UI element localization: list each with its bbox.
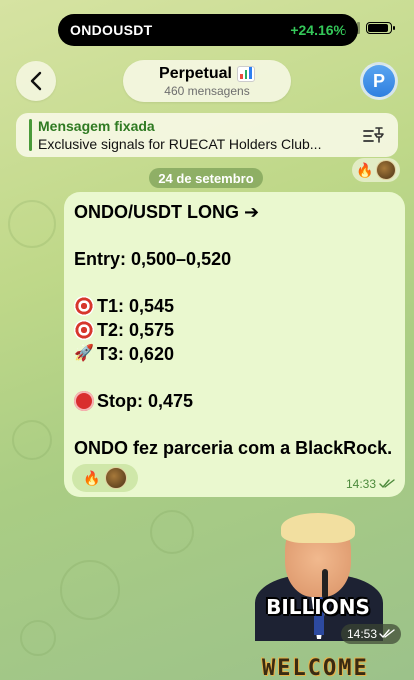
target-1-text: T1: 0,545 bbox=[97, 296, 175, 316]
double-check-icon bbox=[379, 479, 395, 489]
target-2-line: T2: 0,575 bbox=[74, 318, 395, 342]
double-check-icon bbox=[379, 629, 395, 639]
signal-headline: ONDO/USDT LONG ➔ bbox=[74, 202, 260, 222]
target-1-line: T1: 0,545 bbox=[74, 294, 395, 318]
sticker-timestamp: 14:53 bbox=[341, 624, 401, 644]
chat-title-pill[interactable]: Perpetual 460 mensagens bbox=[123, 60, 291, 102]
message-bubble[interactable]: ONDO/USDT LONG ➔ Entry: 0,500–0,520 T1: … bbox=[64, 192, 405, 497]
sticker-caption: BILLIONS bbox=[266, 595, 370, 619]
stop-line: Stop: 0,475 bbox=[74, 389, 395, 413]
bar-chart-icon bbox=[236, 66, 255, 82]
pinned-label: Mensagem fixada bbox=[38, 118, 155, 134]
target-3-line: 🚀 T3: 0,620 bbox=[74, 342, 395, 366]
pin-list-icon[interactable] bbox=[362, 125, 384, 145]
background-doodle bbox=[12, 420, 52, 460]
entry-line: Entry: 0,500–0,520 bbox=[74, 249, 232, 269]
signal-icon bbox=[342, 22, 360, 34]
dynamic-island: ONDOUSDT +24.16% bbox=[58, 14, 358, 46]
fire-icon: 🔥 bbox=[356, 162, 374, 178]
pinned-message-bar[interactable]: Mensagem fixada Exclusive signals for RU… bbox=[16, 113, 398, 157]
chat-title: Perpetual bbox=[159, 65, 232, 82]
background-doodle bbox=[8, 200, 56, 248]
chevron-left-icon bbox=[30, 71, 42, 91]
pinned-reactions[interactable]: 🔥 bbox=[352, 158, 400, 182]
rocket-icon: 🚀 bbox=[74, 345, 94, 362]
billions-sticker[interactable]: BILLIONS bbox=[247, 513, 389, 641]
background-doodle bbox=[20, 620, 56, 656]
next-sticker-text: WELCOME TO bbox=[262, 656, 369, 680]
stop-sign-icon bbox=[74, 391, 94, 411]
target-3-text: T3: 0,620 bbox=[96, 344, 174, 364]
message-timestamp: 14:33 bbox=[346, 477, 395, 491]
price-change: +24.16% bbox=[290, 22, 346, 38]
target-2-text: T2: 0,575 bbox=[97, 320, 175, 340]
ticker-symbol: ONDOUSDT bbox=[70, 22, 153, 38]
back-button[interactable] bbox=[16, 61, 56, 101]
background-doodle bbox=[60, 560, 120, 620]
reaction-avatar bbox=[375, 160, 396, 180]
target-icon bbox=[74, 296, 94, 316]
news-line: ONDO fez parceria com a BlackRock. bbox=[74, 438, 393, 458]
battery-icon bbox=[366, 22, 395, 34]
fire-icon: 🔥 bbox=[83, 470, 101, 486]
reaction-avatar bbox=[104, 467, 127, 489]
sticker-time: 14:53 bbox=[346, 627, 378, 641]
chat-avatar[interactable]: P bbox=[360, 62, 398, 100]
status-icons bbox=[342, 22, 395, 34]
message-time: 14:33 bbox=[345, 477, 376, 491]
pinned-text: Exclusive signals for RUECAT Holders Clu… bbox=[38, 136, 322, 152]
background-doodle bbox=[150, 510, 194, 554]
message-reactions[interactable]: 🔥 bbox=[72, 464, 138, 492]
date-separator: 24 de setembro bbox=[149, 168, 263, 188]
member-count: 460 mensagens bbox=[164, 84, 250, 98]
stop-text: Stop: 0,475 bbox=[97, 391, 194, 411]
target-icon bbox=[74, 320, 94, 340]
